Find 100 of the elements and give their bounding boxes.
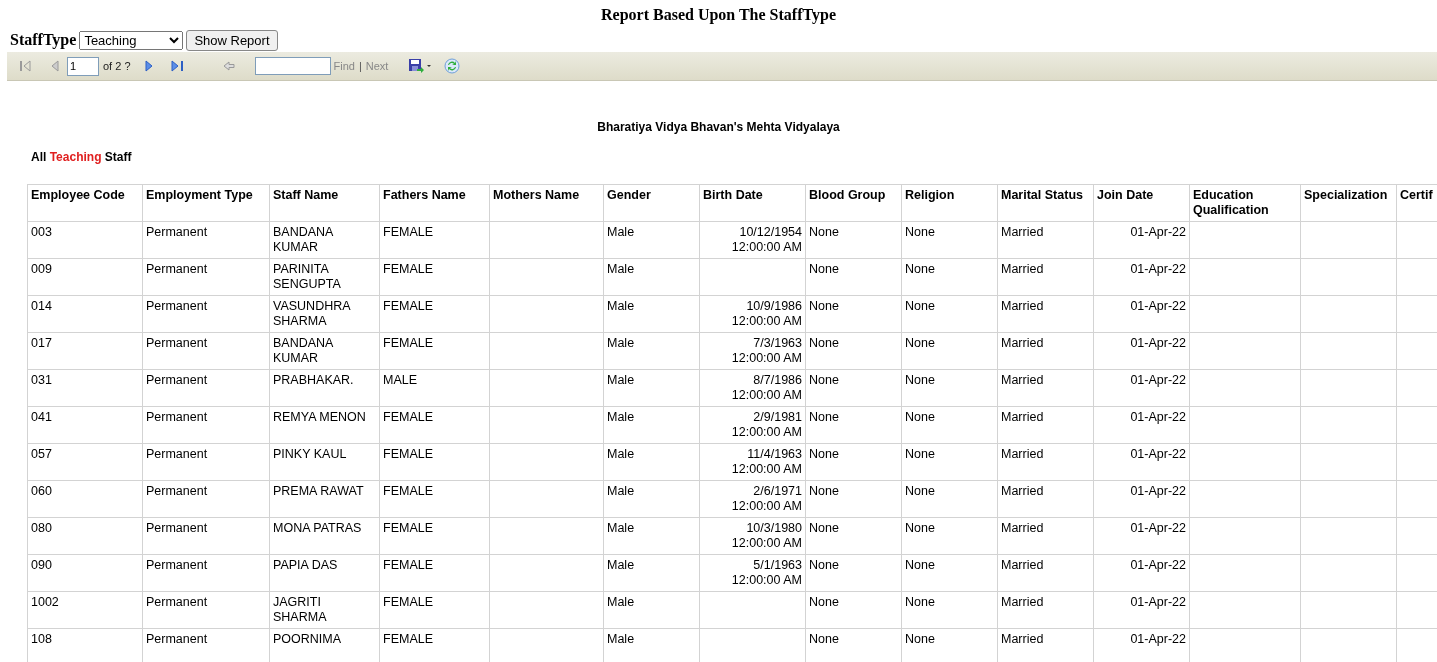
column-header: Certif <box>1396 184 1437 222</box>
show-report-button[interactable]: Show Report <box>186 29 278 51</box>
table-cell: 108 <box>31 632 52 646</box>
page-count: of 2 ? <box>103 60 131 72</box>
find-field[interactable] <box>254 57 331 75</box>
refresh-icon[interactable] <box>444 58 461 74</box>
column-header: Mothers Name <box>489 184 604 222</box>
table-cell: Permanent <box>146 632 208 646</box>
previous-page-icon[interactable] <box>51 60 59 72</box>
column-header: Employee Code <box>27 184 143 222</box>
table-cell: 01-Apr-22 <box>1130 410 1186 424</box>
column-header: Employment Type <box>142 184 270 222</box>
table-cell: Male <box>607 299 635 313</box>
table-cell: None <box>905 484 935 498</box>
staff-type-select[interactable]: Teaching <box>79 30 184 50</box>
table-cell: 10/9/1986 12:00:00 AM <box>731 299 802 328</box>
table-cell: 01-Apr-22 <box>1130 299 1186 313</box>
table-cell: Married <box>1001 521 1044 535</box>
table-cell: None <box>809 447 839 461</box>
table-cell: 041 <box>31 410 52 424</box>
table-cell: 017 <box>31 336 52 350</box>
table-cell: Male <box>607 410 635 424</box>
table-cell: MONA PATRAS <box>273 521 362 535</box>
last-page-icon[interactable] <box>170 60 185 72</box>
table-cell: 1002 <box>31 595 59 609</box>
table-cell: None <box>809 262 839 276</box>
page-number-field[interactable]: 1 <box>67 56 99 76</box>
report-caption: All Teaching Staff <box>31 150 133 166</box>
table-cell: Permanent <box>146 262 208 276</box>
table-cell: 009 <box>31 262 52 276</box>
table-cell: FEMALE <box>383 558 433 572</box>
column-header: Gender <box>603 184 700 222</box>
table-cell: Permanent <box>146 558 208 572</box>
table-cell: BANDANA KUMAR <box>273 336 333 365</box>
report-title: Report Based Upon The StaffType <box>600 5 837 26</box>
table-cell: Permanent <box>146 521 208 535</box>
table-cell: FEMALE <box>383 410 433 424</box>
table-cell: 01-Apr-22 <box>1130 262 1186 276</box>
table-cell: Male <box>607 447 635 461</box>
table-cell: None <box>905 410 935 424</box>
school-name: Bharatiya Vidya Bhavan's Mehta Vidyalaya <box>596 120 841 134</box>
table-cell: Male <box>607 225 635 239</box>
table-cell: Married <box>1001 373 1044 387</box>
table-cell: PARINITA SENGUPTA <box>273 262 341 291</box>
table-cell: None <box>809 521 839 535</box>
table-cell: PREMA RAWAT <box>273 484 364 498</box>
column-header: Fathers Name <box>379 184 490 222</box>
table-cell: 10/3/1980 12:00:00 AM <box>731 521 802 550</box>
table-cell: FEMALE <box>383 484 433 498</box>
table-cell: None <box>905 632 935 646</box>
table-cell: 11/4/1963 12:00:00 AM <box>731 447 802 476</box>
table-cell: 003 <box>31 225 52 239</box>
table-cell: Married <box>1001 484 1044 498</box>
save-disk-icon[interactable] <box>408 58 433 74</box>
table-cell: Male <box>607 632 635 646</box>
table-cell: FEMALE <box>383 595 433 609</box>
table-cell: PINKY KAUL <box>273 447 347 461</box>
next-page-icon[interactable] <box>144 60 153 72</box>
table-cell: None <box>905 521 935 535</box>
table-cell: None <box>809 595 839 609</box>
table-cell: 2/6/1971 12:00:00 AM <box>731 484 802 513</box>
table-cell: PRABHAKAR. <box>273 373 354 387</box>
table-cell: Permanent <box>146 410 208 424</box>
table-cell: MALE <box>383 373 418 387</box>
table-cell: 8/7/1986 12:00:00 AM <box>731 373 802 402</box>
table-cell: None <box>809 225 839 239</box>
table-cell: 5/1/1963 12:00:00 AM <box>731 558 802 587</box>
table-cell: 01-Apr-22 <box>1130 521 1186 535</box>
table-cell: None <box>905 225 935 239</box>
table-cell: 7/3/1963 12:00:00 AM <box>731 336 802 365</box>
table-cell: Male <box>607 558 635 572</box>
column-header: Staff Name <box>269 184 380 222</box>
back-arrow-icon[interactable] <box>222 61 235 71</box>
table-cell: FEMALE <box>383 299 433 313</box>
table-cell: 01-Apr-22 <box>1130 373 1186 387</box>
table-cell: Male <box>607 373 635 387</box>
table-cell: FEMALE <box>383 336 433 350</box>
table-cell: FEMALE <box>383 262 433 276</box>
table-cell: POORNIMA <box>273 632 342 646</box>
table-cell: Male <box>607 521 635 535</box>
table-cell: 2/9/1981 12:00:00 AM <box>731 410 802 439</box>
first-page-icon[interactable] <box>19 60 33 72</box>
table-cell: Male <box>607 595 635 609</box>
table-cell: None <box>809 299 839 313</box>
table-cell: None <box>809 632 839 646</box>
table-cell: Male <box>607 262 635 276</box>
separator: | <box>358 60 362 72</box>
table-cell: 01-Apr-22 <box>1130 595 1186 609</box>
table-cell: 01-Apr-22 <box>1130 558 1186 572</box>
table-cell: None <box>809 558 839 572</box>
table-cell: Male <box>607 336 635 350</box>
column-header: Birth Date <box>699 184 806 222</box>
table-cell: 10/12/1954 12:00:00 AM <box>731 225 802 254</box>
table-cell: 01-Apr-22 <box>1130 632 1186 646</box>
table-cell: None <box>809 484 839 498</box>
table-cell: None <box>809 336 839 350</box>
table-cell: 080 <box>31 521 52 535</box>
table-cell: 01-Apr-22 <box>1130 336 1186 350</box>
table-cell: 014 <box>31 299 52 313</box>
table-cell: 090 <box>31 558 52 572</box>
